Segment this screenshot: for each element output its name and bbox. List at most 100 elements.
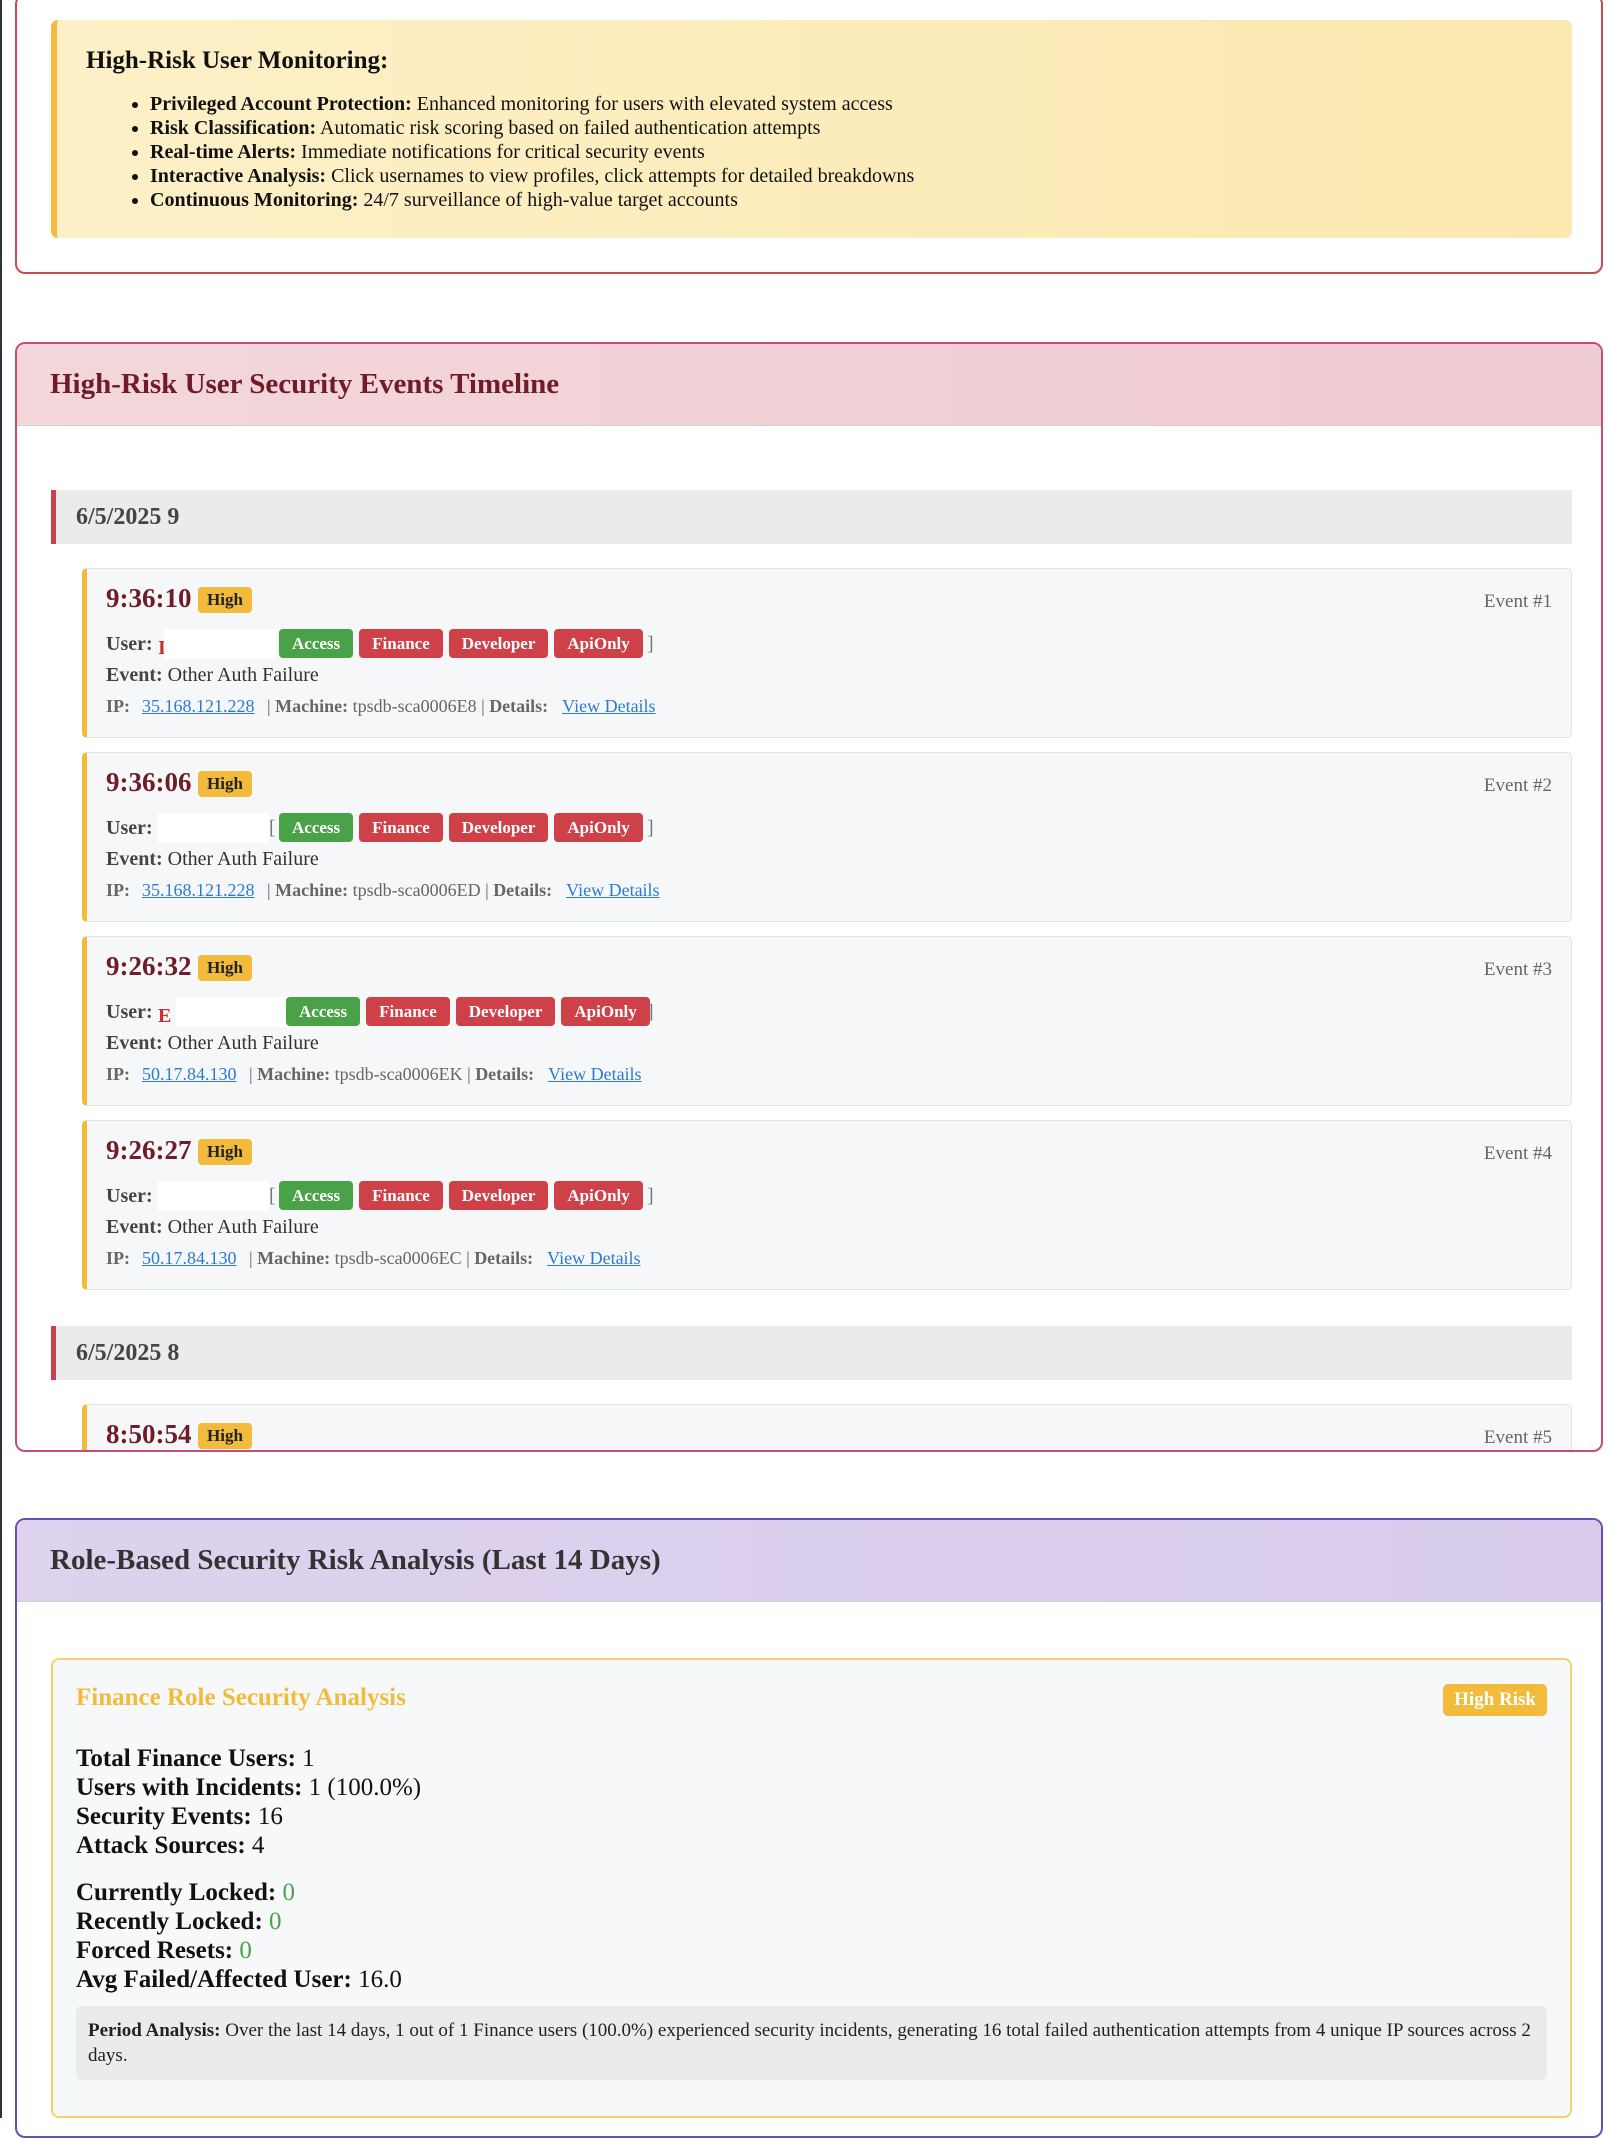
bracket-close: ]: [647, 633, 654, 655]
item-text: Immediate notifications for critical sec…: [296, 141, 705, 163]
view-details-link[interactable]: View Details: [562, 696, 655, 716]
details-label: Details:: [474, 1248, 534, 1268]
machine-name: tpsdb-sca0006EK: [334, 1064, 463, 1084]
stat-value: 0: [269, 1908, 282, 1935]
username-redaction: [176, 997, 286, 1027]
event-time: 9:36:10: [106, 583, 192, 613]
event-meta-row: IP: 35.168.121.228 | Machine: tpsdb-sca00…: [106, 696, 656, 716]
event-card: 8:50:54 High Event #5: [82, 1404, 1572, 1450]
role-tag-finance: Finance: [366, 997, 450, 1026]
ip-link[interactable]: 50.17.84.130: [142, 1248, 237, 1268]
role-analysis-panel: Role-Based Security Risk Analysis (Last …: [15, 1518, 1603, 2138]
event-meta-row: IP: 50.17.84.130 | Machine: tpsdb-sca0006…: [106, 1248, 641, 1268]
risk-badge: High Risk: [1443, 1684, 1547, 1716]
item-label: Risk Classification:: [150, 117, 317, 139]
role-tag-access: Access: [279, 1181, 354, 1210]
stat-value: 1: [302, 1745, 315, 1772]
lockout-stats: Currently Locked: 0 Recently Locked: 0 F…: [76, 1878, 402, 1994]
event-type-row: Event: Other Auth Failure: [106, 664, 319, 687]
role-tag-apionly: ApiOnly: [554, 1181, 643, 1210]
ip-label: IP:: [106, 1248, 130, 1268]
severity-badge: High: [198, 1423, 252, 1449]
details-label: Details:: [489, 696, 549, 716]
stat-row: Attack Sources: 4: [76, 1831, 421, 1860]
timeline-panel[interactable]: High-Risk User Security Events Timeline …: [15, 342, 1603, 1452]
username-redaction[interactable]: [158, 1181, 270, 1211]
role-tag-finance: Finance: [359, 1181, 443, 1210]
severity-badge: High: [198, 771, 252, 797]
role-tag-apionly: ApiOnly: [554, 813, 643, 842]
view-details-link[interactable]: View Details: [548, 1064, 641, 1084]
item-label: Real-time Alerts:: [150, 141, 297, 163]
stat-row: Forced Resets: 0: [76, 1936, 402, 1965]
stat-row: Avg Failed/Affected User: 16.0: [76, 1965, 402, 1994]
bracket-close: ]: [647, 1185, 654, 1207]
username-redaction[interactable]: [158, 813, 270, 843]
monitoring-panel: High-Risk User Monitoring: Privileged Ac…: [15, 0, 1603, 274]
machine-name: tpsdb-sca0006EC: [334, 1248, 462, 1268]
event-meta-row: IP: 50.17.84.130 | Machine: tpsdb-sca0006…: [106, 1064, 642, 1084]
stat-value: 0: [282, 1879, 295, 1906]
role-tags: Access Finance Developer ApiOnly: [279, 813, 643, 842]
view-details-link[interactable]: View Details: [547, 1248, 640, 1268]
event-label: Event:: [106, 664, 163, 686]
stat-label: Avg Failed/Affected User:: [76, 1966, 352, 1993]
event-card: 9:36:06 High Event #2 User: [ Access Fin…: [82, 752, 1572, 922]
event-number: Event #3: [1483, 959, 1552, 980]
event-time: 9:26:27: [106, 1135, 192, 1165]
event-number: Event #2: [1483, 775, 1552, 796]
role-tag-access: Access: [279, 629, 354, 658]
stat-value: 4: [251, 1832, 265, 1859]
list-item: Continuous Monitoring: 24/7 surveillance…: [150, 188, 1572, 212]
stat-value: 1 (100.0%): [308, 1774, 422, 1801]
role-tags: Access Finance Developer ApiOnly: [286, 997, 650, 1026]
ip-label: IP:: [106, 696, 130, 716]
machine-label: Machine:: [257, 1248, 331, 1268]
event-card: 9:36:10 High Event #1 User: I Access Fin…: [82, 568, 1572, 738]
event-type: Other Auth Failure: [167, 848, 319, 870]
event-time: 9:26:32: [106, 951, 192, 981]
period-label: Period Analysis:: [88, 2020, 221, 2041]
machine-label: Machine:: [257, 1064, 331, 1084]
role-tags: Access Finance Developer ApiOnly: [279, 1181, 643, 1210]
finance-role-card: Finance Role Security Analysis High Risk…: [51, 1658, 1572, 2118]
timeline-title: High-Risk User Security Events Timeline: [17, 344, 1601, 426]
event-type-row: Event: Other Auth Failure: [106, 1216, 319, 1239]
item-label: Privileged Account Protection:: [150, 93, 412, 115]
incident-stats: Total Finance Users: 1 Users with Incide…: [76, 1744, 421, 1860]
bracket-close: ]: [647, 817, 654, 839]
event-label: Event:: [106, 1216, 163, 1238]
ip-label: IP:: [106, 1064, 130, 1084]
ip-link[interactable]: 35.168.121.228: [142, 696, 255, 716]
event-type-row: Event: Other Auth Failure: [106, 848, 319, 871]
event-label: Event:: [106, 848, 163, 870]
item-label: Interactive Analysis:: [150, 165, 327, 187]
event-user-row: User: I Access Finance Developer ApiOnly…: [106, 629, 666, 659]
ip-link[interactable]: 50.17.84.130: [142, 1064, 237, 1084]
list-item: Privileged Account Protection: Enhanced …: [150, 92, 1572, 116]
stat-row: Total Finance Users: 1: [76, 1744, 421, 1773]
event-number: Event #5: [1483, 1427, 1552, 1448]
role-tag-apionly: ApiOnly: [561, 997, 650, 1026]
user-label: User:: [106, 1185, 153, 1207]
item-text: 24/7 surveillance of high-value target a…: [358, 189, 738, 211]
stat-row: Security Events: 16: [76, 1802, 421, 1831]
bracket-close: ]: [647, 1001, 654, 1023]
machine-name: tpsdb-sca0006E8: [352, 696, 477, 716]
machine-label: Machine:: [275, 696, 349, 716]
stat-label: Attack Sources:: [76, 1832, 246, 1859]
monitoring-title: High-Risk User Monitoring:: [86, 47, 389, 74]
stat-row: Users with Incidents: 1 (100.0%): [76, 1773, 421, 1802]
monitoring-list: Privileged Account Protection: Enhanced …: [86, 92, 1572, 212]
role-tags: Access Finance Developer ApiOnly: [279, 629, 643, 658]
details-label: Details:: [475, 1064, 535, 1084]
event-time: 8:50:54: [106, 1419, 192, 1449]
stat-label: Users with Incidents:: [76, 1774, 303, 1801]
ip-link[interactable]: 35.168.121.228: [142, 880, 255, 900]
monitoring-info-box: High-Risk User Monitoring: Privileged Ac…: [51, 20, 1572, 238]
user-label: User:: [106, 817, 153, 839]
event-user-row: User: E Access Finance Developer ApiOnly…: [106, 997, 666, 1027]
view-details-link[interactable]: View Details: [566, 880, 659, 900]
stat-label: Recently Locked:: [76, 1908, 263, 1935]
user-label: User:: [106, 633, 153, 655]
